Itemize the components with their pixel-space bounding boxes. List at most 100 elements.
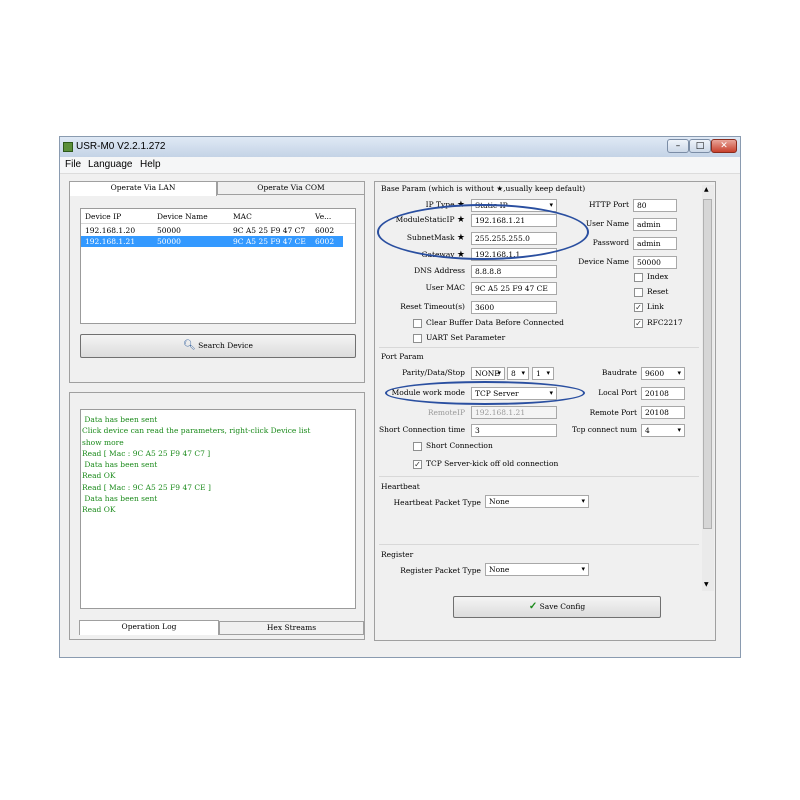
minimize-button[interactable]: – xyxy=(667,139,689,153)
log-line: Data has been sent xyxy=(82,494,158,504)
scroll-up-icon[interactable]: ▲ xyxy=(704,186,709,193)
tcp-connect-num-select[interactable]: 4 ▾ xyxy=(641,424,685,437)
save-config-button[interactable]: ✓ Save Config xyxy=(453,596,661,618)
remote-port-label: Remote Port xyxy=(589,408,637,417)
title-bar[interactable]: USR-M0 V2.2.1.272 – □ ✕ xyxy=(60,137,740,157)
rfc2217-checkbox[interactable]: ✓ xyxy=(634,319,643,328)
remote-ip-input[interactable]: 192.168.1.21 xyxy=(471,406,557,419)
config-scrollbar[interactable]: ▲ ▼ xyxy=(702,185,714,591)
dns-label: DNS Address xyxy=(414,266,465,275)
log-line: show more xyxy=(82,437,124,447)
chevron-down-icon: ▾ xyxy=(677,369,681,377)
highlight-ellipse-network xyxy=(377,204,589,260)
device-name-input[interactable]: 50000 xyxy=(633,256,677,269)
log-line: Data has been sent xyxy=(82,415,158,424)
user-name-label: User Name xyxy=(585,219,629,228)
register-title: Register xyxy=(381,550,414,559)
reset-timeout-label: Reset Timeout(s) xyxy=(400,302,465,311)
local-port-label: Local Port xyxy=(598,388,637,397)
http-port-label: HTTP Port xyxy=(589,200,629,209)
operation-log-text[interactable]: Data has been sent Click device can read … xyxy=(80,409,356,609)
heartbeat-type-select[interactable]: None ▾ xyxy=(485,495,589,508)
tab-operate-via-lan[interactable]: Operate Via LAN xyxy=(69,181,217,196)
checkmark-icon: ✓ xyxy=(528,601,538,612)
http-port-input[interactable]: 80 xyxy=(633,199,677,212)
chevron-down-icon: ▾ xyxy=(497,369,501,377)
maximize-button[interactable]: □ xyxy=(689,139,711,153)
tab-operate-via-com[interactable]: Operate Via COM xyxy=(217,181,365,195)
scroll-thumb[interactable] xyxy=(703,199,712,529)
log-line: Click device can read the parameters, ri… xyxy=(82,426,311,436)
device-panel: Operate Via LAN Operate Via COM Device I… xyxy=(69,181,365,383)
menu-file[interactable]: File xyxy=(65,159,81,170)
reset-checkbox[interactable] xyxy=(634,288,643,297)
config-panel: ▲ ▼ Base Param (which is without ★,usual… xyxy=(374,181,716,641)
data-bits-select[interactable]: 8 ▾ xyxy=(507,367,529,380)
app-icon xyxy=(63,142,73,152)
save-config-label: Save Config xyxy=(539,602,586,611)
menu-language[interactable]: Language xyxy=(88,159,133,170)
user-name-input[interactable]: admin xyxy=(633,218,677,231)
tab-hex-streams[interactable]: Hex Streams xyxy=(219,621,364,635)
short-conn-time-label: Short Connection time xyxy=(379,425,466,434)
col-device-ip[interactable]: Device IP xyxy=(85,212,121,221)
chevron-down-icon: ▾ xyxy=(521,369,525,377)
reset-timeout-input[interactable]: 3600 xyxy=(471,301,557,314)
log-lines: Data has been sent Click device can read … xyxy=(82,414,310,516)
register-type-select[interactable]: None ▾ xyxy=(485,563,589,576)
uart-set-label: UART Set Parameter xyxy=(426,333,506,342)
remote-ip-label: RemoteIP xyxy=(427,408,465,417)
rfc2217-label: RFC2217 xyxy=(647,318,683,327)
clear-buffer-checkbox[interactable] xyxy=(413,319,422,328)
baudrate-label: Baudrate xyxy=(601,368,637,377)
reset-label: Reset xyxy=(647,287,669,296)
menu-bar: File Language Help xyxy=(60,157,740,174)
short-connection-label: Short Connection xyxy=(426,441,493,450)
scroll-down-icon[interactable]: ▼ xyxy=(704,581,709,588)
table-row-selected[interactable]: 192.168.1.21 50000 9C A5 25 F9 47 CE 600… xyxy=(81,236,343,247)
tcp-connect-num-label: Tcp connect num xyxy=(572,425,637,434)
short-connection-checkbox[interactable] xyxy=(413,442,422,451)
link-checkbox[interactable]: ✓ xyxy=(634,303,643,312)
kick-off-checkbox[interactable]: ✓ xyxy=(413,460,422,469)
close-button[interactable]: ✕ xyxy=(711,139,737,153)
port-param-title: Port Param xyxy=(381,352,424,361)
short-conn-time-input[interactable]: 3 xyxy=(471,424,557,437)
stop-bits-select[interactable]: 1 ▾ xyxy=(532,367,554,380)
heartbeat-title: Heartbeat xyxy=(381,482,420,491)
password-label: Password xyxy=(592,238,629,247)
user-mac-input[interactable]: 9C A5 25 F9 47 CE xyxy=(471,282,557,295)
dns-input[interactable]: 8.8.8.8 xyxy=(471,265,557,278)
parity-label: Parity/Data/Stop xyxy=(402,368,465,377)
tab-operation-log[interactable]: Operation Log xyxy=(79,620,219,635)
log-line: Read OK xyxy=(82,471,116,481)
kick-off-label: TCP Server-kick off old connection xyxy=(426,459,559,468)
chevron-down-icon: ▾ xyxy=(546,369,550,377)
parity-select[interactable]: NONE ▾ xyxy=(471,367,505,380)
device-name-label: Device Name xyxy=(578,257,629,266)
local-port-input[interactable]: 20108 xyxy=(641,387,685,400)
log-line: Read [ Mac : 9C A5 25 F9 47 CE ] xyxy=(82,482,211,492)
baudrate-select[interactable]: 9600 ▾ xyxy=(641,367,685,380)
col-version[interactable]: Ve... xyxy=(315,212,331,221)
search-device-button[interactable]: 🔍︎ Search Device xyxy=(80,334,356,358)
link-label: Link xyxy=(647,302,664,311)
col-mac[interactable]: MAC xyxy=(233,212,252,221)
index-label: Index xyxy=(647,272,669,281)
remote-port-input[interactable]: 20108 xyxy=(641,406,685,419)
search-icon: 🔍︎ xyxy=(183,340,196,351)
menu-help[interactable]: Help xyxy=(140,159,161,170)
col-device-name[interactable]: Device Name xyxy=(157,212,208,221)
index-checkbox[interactable] xyxy=(634,273,643,282)
table-row[interactable]: 192.168.1.20 50000 9C A5 25 F9 47 C7 600… xyxy=(81,225,343,236)
user-mac-label: User MAC xyxy=(425,283,465,292)
register-type-label: Register Packet Type xyxy=(400,566,481,575)
chevron-down-icon: ▾ xyxy=(677,426,681,434)
device-list[interactable]: Device IP Device Name MAC Ve... 192.168.… xyxy=(80,208,356,324)
chevron-down-icon: ▾ xyxy=(581,497,585,505)
log-line: Read OK xyxy=(82,505,116,515)
heartbeat-type-label: Heartbeat Packet Type xyxy=(393,498,481,507)
password-input[interactable]: admin xyxy=(633,237,677,250)
uart-set-checkbox[interactable] xyxy=(413,334,422,343)
clear-buffer-label: Clear Buffer Data Before Connected xyxy=(426,318,564,327)
